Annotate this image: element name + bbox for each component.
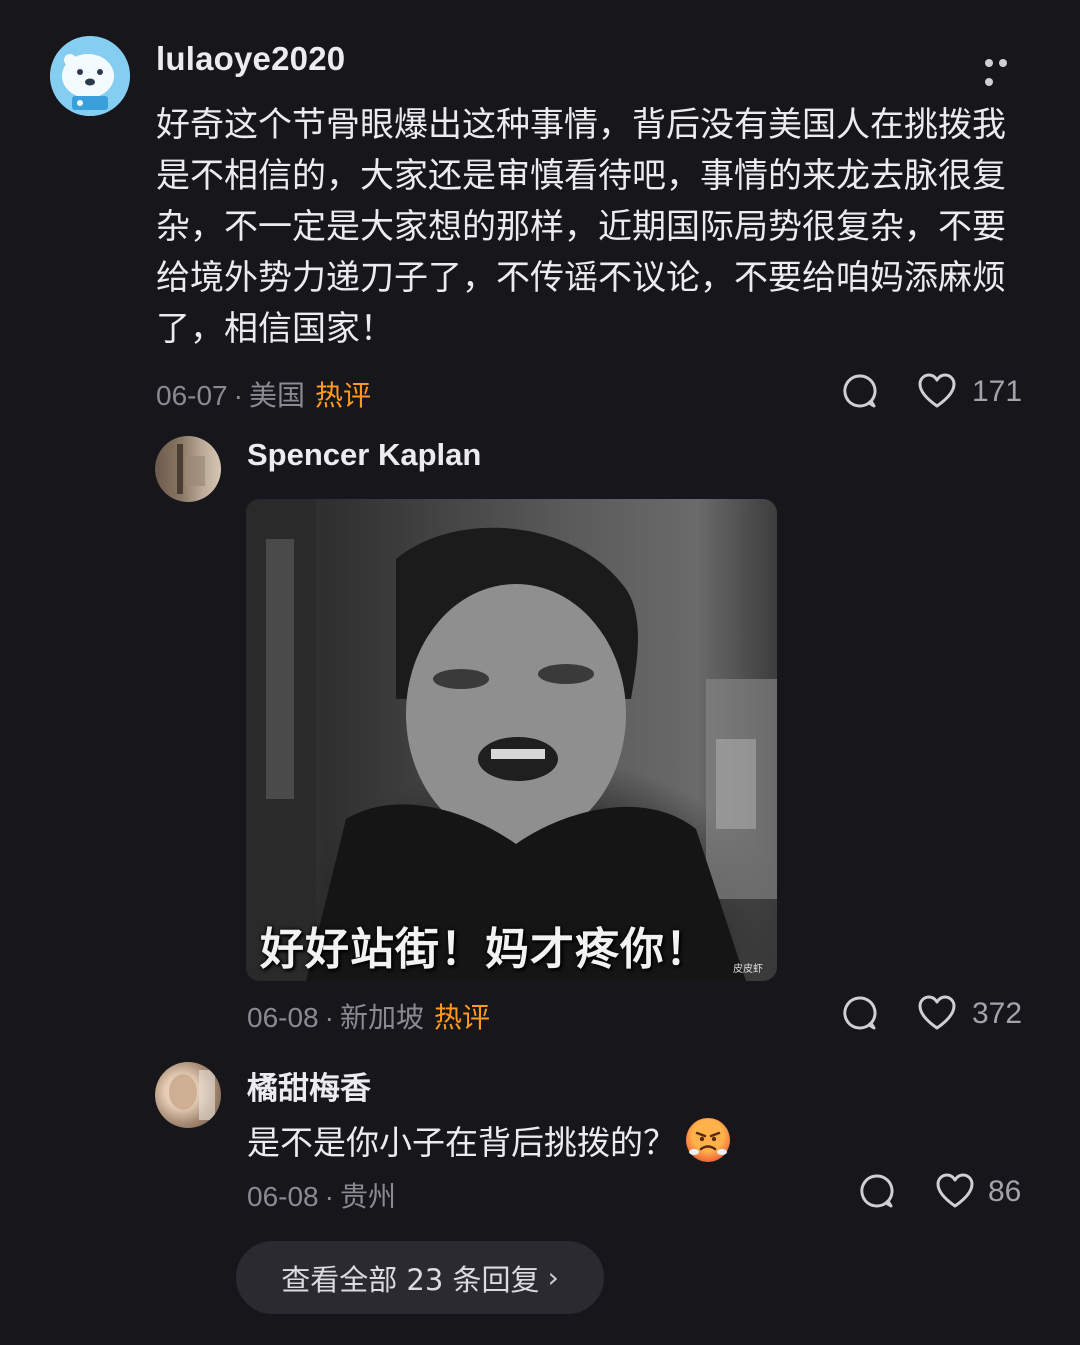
image-watermark: 皮皮虾 xyxy=(733,964,763,975)
angry-face-emoji-icon xyxy=(686,1118,730,1162)
like-count: 86 xyxy=(988,1175,1022,1208)
heart-icon xyxy=(918,373,956,408)
reply-avatar[interactable] xyxy=(155,436,221,502)
photo-avatar-icon xyxy=(169,1070,215,1120)
post-meta: 06-07 · 美国 热评 xyxy=(156,374,371,414)
like-button[interactable] xyxy=(918,995,956,1035)
meme-caption: 好好站街！妈才疼你！ xyxy=(260,924,710,975)
meta-separator: · xyxy=(324,1181,334,1212)
reply-avatar[interactable] xyxy=(155,1062,221,1128)
view-all-label: 查看全部 23 条回复 xyxy=(281,1262,540,1297)
photo-avatar-icon xyxy=(177,444,205,494)
like-count: 372 xyxy=(972,997,1023,1030)
like-button[interactable] xyxy=(918,373,956,413)
post-date: 06-07 xyxy=(156,380,228,411)
like-button[interactable] xyxy=(936,1173,974,1213)
heart-icon xyxy=(936,1173,974,1208)
meta-separator: · xyxy=(233,380,243,411)
reply-meta: 06-08 · 新加坡 热评 xyxy=(247,996,490,1036)
comment-icon xyxy=(843,374,877,408)
post-body: 好奇这个节骨眼爆出这种事情，背后没有美国人在挑拨我是不相信的，大家还是审慎看待吧… xyxy=(156,105,1006,349)
reply-text: 是不是你小子在背后挑拨的？ xyxy=(247,1123,676,1162)
meme-photo-illustration xyxy=(246,499,777,981)
comment-icon xyxy=(860,1174,894,1208)
hot-comment-badge: 热评 xyxy=(314,379,371,412)
view-all-replies-button[interactable]: 查看全部 23 条回复 › xyxy=(236,1241,604,1314)
reply-date: 06-08 xyxy=(247,1181,319,1212)
post-region: 美国 xyxy=(248,379,305,412)
chevron-right-icon: › xyxy=(547,1261,559,1294)
reply-button[interactable] xyxy=(840,994,878,1036)
meta-separator: · xyxy=(324,1002,334,1033)
comment-icon xyxy=(843,996,877,1030)
post-username[interactable]: lulaoye2020 xyxy=(156,40,345,78)
like-count: 171 xyxy=(972,375,1023,408)
reply-date: 06-08 xyxy=(247,1002,319,1033)
reply-username[interactable]: Spencer Kaplan xyxy=(247,437,481,473)
reply-button[interactable] xyxy=(857,1172,895,1214)
reply-button[interactable] xyxy=(840,372,878,414)
hot-comment-badge: 热评 xyxy=(433,1001,490,1034)
reply-content: 是不是你小子在背后挑拨的？ xyxy=(247,1116,730,1164)
reply-region: 新加坡 xyxy=(339,1001,424,1034)
meme-image[interactable]: 好好站街！妈才疼你！ 皮皮虾 xyxy=(246,499,777,981)
more-options-icon[interactable] xyxy=(985,52,1025,86)
user-avatar[interactable] xyxy=(50,36,130,116)
bear-avatar-icon xyxy=(50,36,130,116)
heart-icon xyxy=(918,995,956,1030)
reply-meta: 06-08 · 贵州 xyxy=(247,1175,396,1215)
reply-username[interactable]: 橘甜梅香 xyxy=(247,1063,371,1108)
reply-region: 贵州 xyxy=(339,1180,396,1213)
